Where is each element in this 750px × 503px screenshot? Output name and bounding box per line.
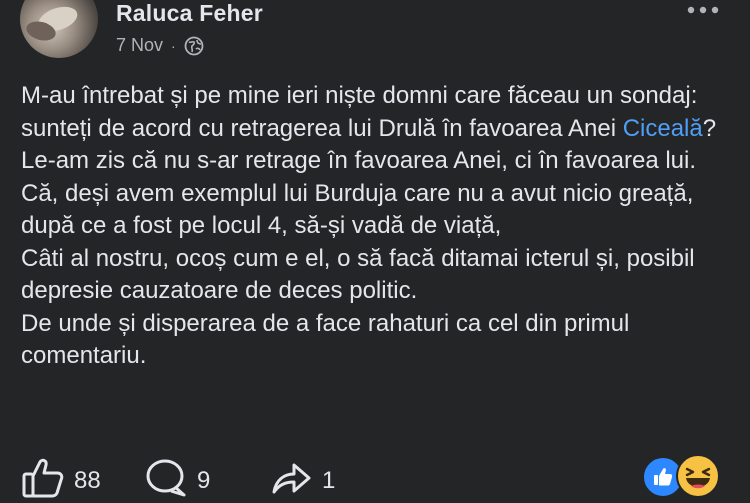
share-count: 1 [322, 466, 336, 494]
post-line: Că, deși avem exemplul lui Burduja care … [21, 179, 694, 240]
post-line: M-au întrebat și pe mine ieri niște domn… [21, 82, 698, 142]
post-paragraph: M-au întrebat și pe mine ieri niște domn… [21, 80, 736, 145]
like-button[interactable]: 88 [22, 458, 101, 503]
mention-suffix: ? [702, 114, 717, 142]
author-name[interactable]: Raluca Feher [116, 0, 263, 27]
author-avatar[interactable] [20, 0, 98, 58]
meta-separator: · [171, 37, 176, 54]
globe-icon [184, 36, 204, 56]
comment-button[interactable]: 9 [145, 458, 210, 503]
thumbs-up-icon [22, 458, 64, 503]
share-icon [270, 458, 312, 503]
post-meta: 7 Nov · [116, 35, 204, 56]
comment-icon [145, 458, 187, 503]
comment-count: 9 [197, 466, 211, 494]
post-line: Câti al nostru, ocoș cum e el, o să facă… [21, 244, 695, 305]
like-count: 88 [74, 466, 101, 494]
post-actions: 88 9 1 [0, 448, 750, 500]
haha-reaction-icon [676, 454, 720, 498]
post-line: Le-am zis că nu s-ar retrage în favoarea… [21, 147, 697, 174]
post-line: De unde și disperarea de a face rahaturi… [21, 309, 630, 370]
post-body: M-au întrebat și pe mine ieri niște domn… [21, 80, 736, 373]
post-date[interactable]: 7 Nov [116, 35, 163, 56]
mention-link[interactable]: Ciceală [623, 115, 703, 142]
more-dots-icon[interactable] [685, 2, 725, 18]
reaction-icons[interactable] [642, 452, 734, 498]
share-button[interactable]: 1 [270, 458, 335, 503]
